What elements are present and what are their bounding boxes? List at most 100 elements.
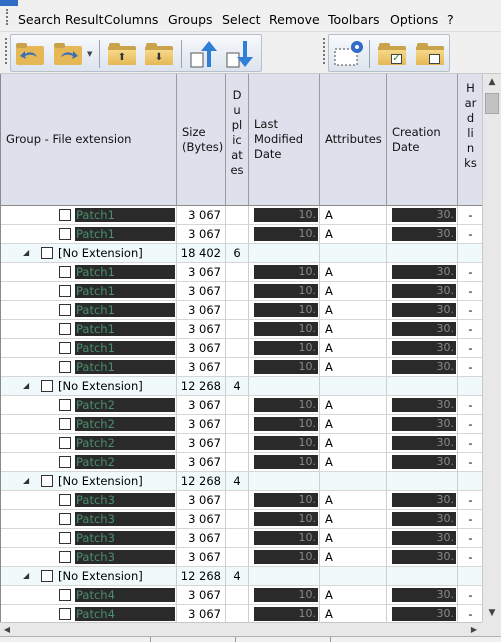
menu-help[interactable]: ?: [447, 12, 454, 27]
menu-options[interactable]: Options: [390, 12, 438, 27]
toolbar-grip[interactable]: [5, 38, 8, 64]
table-row[interactable]: Patch1 3 067 10. A 30. -: [1, 301, 482, 320]
file-modified-cell: 10.: [249, 453, 320, 471]
table-row[interactable]: Patch3 3 067 10. A 30. -: [1, 529, 482, 548]
file-checkbox[interactable]: [59, 342, 71, 354]
file-modified: 10.: [254, 436, 318, 450]
scroll-right-arrow-icon[interactable]: ▶: [467, 623, 481, 636]
file-attributes: A: [320, 301, 387, 319]
menu-grip[interactable]: [6, 9, 9, 25]
column-header-attributes[interactable]: Attributes: [320, 74, 387, 206]
table-row[interactable]: Patch2 3 067 10. A 30. -: [1, 396, 482, 415]
toolbar-separator: [369, 40, 370, 68]
file-checkbox[interactable]: [59, 608, 71, 620]
horizontal-scrollbar[interactable]: ◀ ▶: [0, 622, 482, 636]
table-row[interactable]: Patch2 3 067 10. A 30. -: [1, 434, 482, 453]
file-created: 30.: [392, 265, 456, 279]
collapse-triangle-icon[interactable]: ◢: [23, 567, 29, 585]
file-checkbox[interactable]: [59, 551, 71, 563]
file-attributes: A: [320, 358, 387, 376]
scroll-down-arrow-icon[interactable]: ▼: [483, 605, 501, 622]
file-checkbox[interactable]: [59, 304, 71, 316]
collapse-triangle-icon[interactable]: ◢: [23, 472, 29, 490]
file-checkbox[interactable]: [59, 266, 71, 278]
column-header-duplicates[interactable]: D u pl ic at es: [226, 74, 249, 206]
move-up-button[interactable]: [187, 38, 221, 70]
file-checkbox[interactable]: [59, 285, 71, 297]
group-row[interactable]: ◢ [No Extension] 12 268 4: [1, 377, 482, 396]
column-header-modified[interactable]: Last Modified Date: [249, 74, 320, 206]
file-checkbox[interactable]: [59, 209, 71, 221]
table-row[interactable]: Patch2 3 067 10. A 30. -: [1, 415, 482, 434]
file-checkbox[interactable]: [59, 494, 71, 506]
table-row[interactable]: Patch3 3 067 10. A 30. -: [1, 510, 482, 529]
column-header-created[interactable]: Creation Date: [387, 74, 458, 206]
file-checkbox[interactable]: [59, 399, 71, 411]
group-checkbox[interactable]: [41, 570, 53, 582]
file-checkbox[interactable]: [59, 589, 71, 601]
group-row[interactable]: ◢ [No Extension] 12 268 4: [1, 567, 482, 586]
folder-down-button[interactable]: ⬇: [142, 38, 176, 70]
file-checkbox[interactable]: [59, 323, 71, 335]
file-name: Patch1: [75, 360, 175, 374]
redo-button[interactable]: [51, 38, 85, 70]
collapse-triangle-icon[interactable]: ◢: [23, 244, 29, 262]
collapse-triangle-icon[interactable]: ◢: [23, 377, 29, 395]
menu-groups[interactable]: Groups: [168, 12, 213, 27]
group-checkbox[interactable]: [41, 380, 53, 392]
scroll-up-arrow-icon[interactable]: ▲: [483, 74, 501, 91]
menu-columns[interactable]: Columns: [104, 12, 158, 27]
column-header-group[interactable]: Group - File extension: [1, 74, 177, 206]
toolbar-grip[interactable]: [323, 38, 326, 64]
file-modified: 10.: [254, 588, 318, 602]
table-row[interactable]: Patch1 3 067 10. A 30. -: [1, 206, 482, 225]
table-row[interactable]: Patch2 3 067 10. A 30. -: [1, 453, 482, 472]
table-row[interactable]: Patch4 3 067 10. A 30. -: [1, 605, 482, 622]
file-attributes: A: [320, 339, 387, 357]
select-settings-button[interactable]: [331, 38, 365, 70]
file-cell: Patch1: [1, 206, 177, 224]
menu-select[interactable]: Select: [222, 12, 261, 27]
menu-search-result[interactable]: Search Result: [18, 12, 104, 27]
group-row[interactable]: ◢ [No Extension] 18 402 6: [1, 244, 482, 263]
table-row[interactable]: Patch1 3 067 10. A 30. -: [1, 358, 482, 377]
table-row[interactable]: Patch3 3 067 10. A 30. -: [1, 548, 482, 567]
redo-dropdown-icon[interactable]: ▼: [87, 50, 92, 58]
menu-remove[interactable]: Remove: [269, 12, 320, 27]
menu-toolbars[interactable]: Toolbars: [328, 12, 380, 27]
file-duplicates: [226, 529, 249, 547]
group-checkbox[interactable]: [41, 475, 53, 487]
file-checkbox[interactable]: [59, 228, 71, 240]
column-header-size[interactable]: Size (Bytes): [177, 74, 226, 206]
table-row[interactable]: Patch1 3 067 10. A 30. -: [1, 263, 482, 282]
folder-check-button[interactable]: ✓: [375, 38, 409, 70]
group-checkbox[interactable]: [41, 247, 53, 259]
folder-up-button[interactable]: ⬆: [105, 38, 139, 70]
file-checkbox[interactable]: [59, 361, 71, 373]
table-row[interactable]: Patch1 3 067 10. A 30. -: [1, 282, 482, 301]
file-attributes: A: [320, 491, 387, 509]
table-row[interactable]: Patch3 3 067 10. A 30. -: [1, 491, 482, 510]
file-hardlinks: -: [468, 227, 473, 241]
folder-uncheck-button[interactable]: [413, 38, 447, 70]
file-cell: Patch1: [1, 358, 177, 376]
file-size: 3 067: [177, 225, 226, 243]
table-row[interactable]: Patch1 3 067 10. A 30. -: [1, 339, 482, 358]
file-checkbox[interactable]: [59, 456, 71, 468]
file-attributes: A: [320, 396, 387, 414]
table-row[interactable]: Patch4 3 067 10. A 30. -: [1, 586, 482, 605]
table-row[interactable]: Patch1 3 067 10. A 30. -: [1, 320, 482, 339]
table-row[interactable]: Patch1 3 067 10. A 30. -: [1, 225, 482, 244]
file-checkbox[interactable]: [59, 513, 71, 525]
undo-button[interactable]: [13, 38, 47, 70]
file-size: 3 067: [177, 263, 226, 281]
vertical-scroll-thumb[interactable]: [485, 93, 499, 114]
group-row[interactable]: ◢ [No Extension] 12 268 4: [1, 472, 482, 491]
file-checkbox[interactable]: [59, 418, 71, 430]
file-checkbox[interactable]: [59, 437, 71, 449]
column-header-hardlinks[interactable]: H ar d li n ks: [458, 74, 482, 206]
move-down-button[interactable]: [223, 38, 257, 70]
file-checkbox[interactable]: [59, 532, 71, 544]
scroll-left-arrow-icon[interactable]: ◀: [0, 623, 14, 636]
vertical-scrollbar[interactable]: ▲ ▼: [482, 74, 501, 622]
